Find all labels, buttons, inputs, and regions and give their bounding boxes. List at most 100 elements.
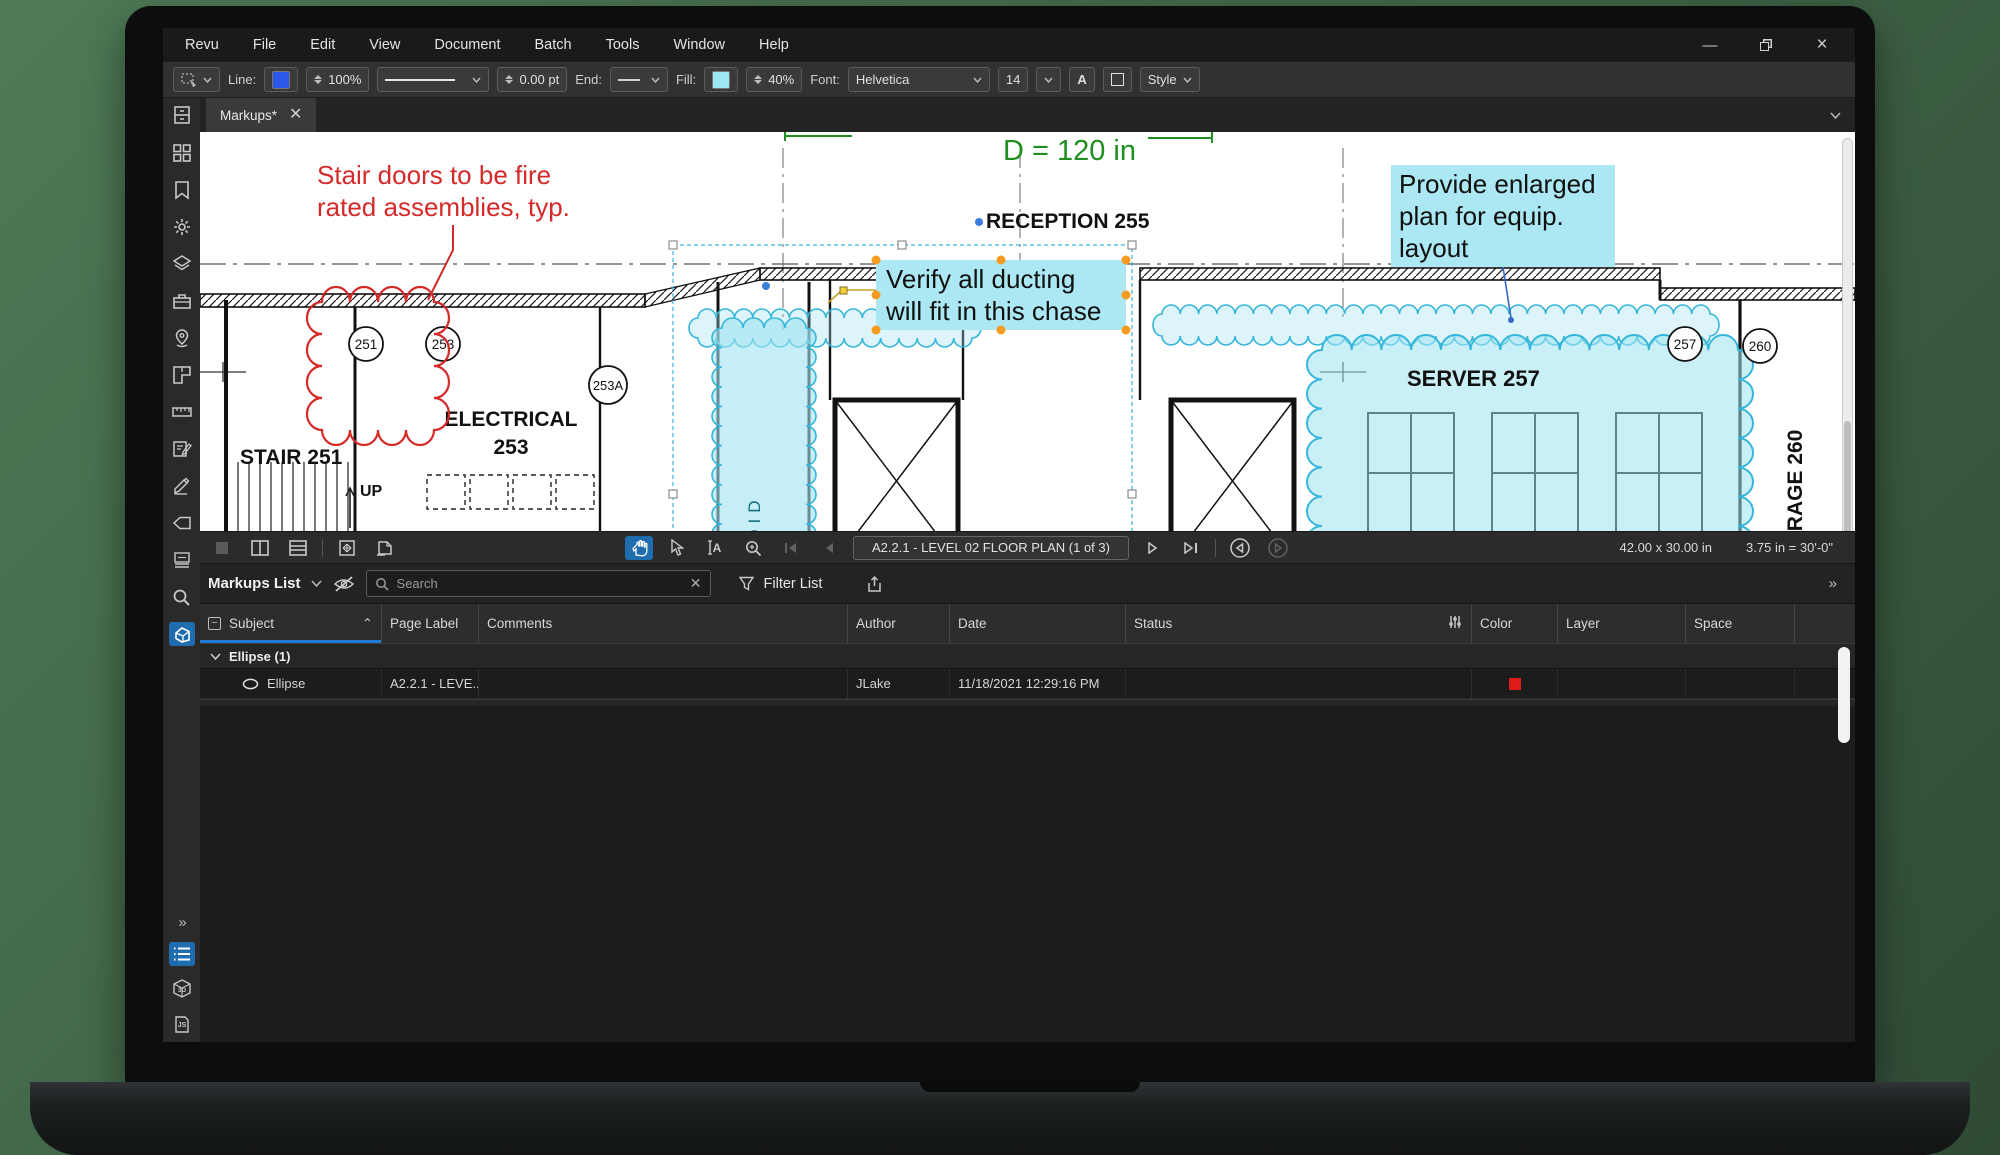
zoom-tool[interactable] xyxy=(739,536,767,560)
file-access-icon[interactable] xyxy=(163,98,200,132)
sets-icon[interactable] xyxy=(169,548,195,572)
pan-hand-tool[interactable] xyxy=(625,536,653,560)
menu-file[interactable]: File xyxy=(253,37,276,53)
measure-ruler-icon[interactable] xyxy=(169,400,195,424)
markup-row-ellipse[interactable]: Ellipse A2.2.1 - LEVE... JLake 11/18/202… xyxy=(200,669,1855,699)
selection-tool-dropdown[interactable] xyxy=(173,67,220,92)
spinner-arrows-icon[interactable] xyxy=(754,75,762,84)
studio-icon[interactable] xyxy=(169,622,195,646)
line-end-dropdown[interactable] xyxy=(610,67,668,92)
menu-document[interactable]: Document xyxy=(434,37,500,53)
callout-equipment[interactable]: Provide enlarged plan for equip. layout xyxy=(1391,165,1615,323)
column-comments[interactable]: Comments xyxy=(478,604,847,643)
minimize-button[interactable]: — xyxy=(1695,34,1725,56)
tab-close-icon[interactable]: ✕ xyxy=(289,107,302,123)
markups-search-box[interactable]: ✕ xyxy=(366,570,711,597)
select-text-tool[interactable]: A xyxy=(701,536,729,560)
green-dimension-text[interactable]: D = 120 in xyxy=(1003,135,1136,167)
group-collapse-chevron[interactable] xyxy=(210,653,221,660)
toolbar-overflow-chevron[interactable] xyxy=(1830,98,1855,132)
thumbnails-icon[interactable] xyxy=(169,141,195,165)
spinner-arrows-icon[interactable] xyxy=(505,75,513,84)
sync-views-icon[interactable] xyxy=(333,536,361,560)
column-date[interactable]: Date xyxy=(949,604,1125,643)
split-vertical-icon[interactable] xyxy=(246,536,274,560)
previous-page-icon[interactable] xyxy=(815,536,843,560)
color-swatch-red[interactable] xyxy=(1509,678,1521,690)
last-page-icon[interactable] xyxy=(1177,536,1205,560)
search-input[interactable] xyxy=(397,576,682,591)
properties-gear-icon[interactable] xyxy=(169,215,195,239)
menu-tools[interactable]: Tools xyxy=(606,37,640,53)
next-view-icon[interactable] xyxy=(1264,536,1292,560)
3d-model-tree-icon[interactable]: 3D xyxy=(169,977,195,1001)
layers-icon[interactable] xyxy=(169,252,195,276)
canvas-scrollbar[interactable] xyxy=(1842,138,1853,531)
tab-markups[interactable]: Markups* ✕ xyxy=(206,98,316,132)
single-page-view-icon[interactable] xyxy=(208,536,236,560)
font-size-dropdown[interactable] xyxy=(1036,67,1061,92)
fill-opacity-spinner[interactable]: 40% xyxy=(746,67,802,92)
panel-collapse-chevrons[interactable]: » xyxy=(1829,575,1847,592)
select-tool[interactable] xyxy=(663,536,691,560)
spaces-icon[interactable] xyxy=(169,363,195,387)
green-dimension-markup[interactable]: D = 120 in xyxy=(785,132,1212,167)
bookmarks-icon[interactable] xyxy=(169,178,195,202)
spinner-arrows-icon[interactable] xyxy=(314,75,322,84)
cloud-markup-chase[interactable] xyxy=(712,318,816,531)
filter-funnel-icon[interactable] xyxy=(739,576,754,591)
next-page-icon[interactable] xyxy=(1139,536,1167,560)
markups-list-icon[interactable] xyxy=(169,942,195,966)
approve-stamp-icon[interactable] xyxy=(169,474,195,498)
style-dropdown[interactable]: Style xyxy=(1140,67,1200,92)
clear-search-icon[interactable]: ✕ xyxy=(690,575,702,592)
column-status[interactable]: Status xyxy=(1125,604,1471,643)
menu-batch[interactable]: Batch xyxy=(535,37,572,53)
hide-markups-icon[interactable] xyxy=(332,575,356,593)
chevron-down-icon[interactable] xyxy=(311,580,322,587)
cloud-markup-server-room[interactable] xyxy=(1307,335,1753,531)
restore-button[interactable] xyxy=(1751,34,1781,56)
control-point[interactable] xyxy=(975,218,983,226)
close-button[interactable]: × xyxy=(1807,34,1837,56)
red-note-markup[interactable]: Stair doors to be fire rated assemblies,… xyxy=(317,160,570,300)
column-page-label[interactable]: Page Label xyxy=(381,604,478,643)
group-row-ellipse[interactable]: Ellipse (1) xyxy=(200,643,1855,669)
drawing-canvas[interactable]: STAIR 251 UP ELECTRICAL 253 STORAGE 253A… xyxy=(200,132,1855,531)
panel-expand-chevrons[interactable]: » xyxy=(178,914,184,931)
export-summary-icon[interactable] xyxy=(866,575,883,593)
line-width-spinner[interactable]: 0.00 pt xyxy=(497,67,567,92)
column-layer[interactable]: Layer xyxy=(1557,604,1685,643)
menu-help[interactable]: Help xyxy=(759,37,789,53)
red-cloud-markup[interactable] xyxy=(307,287,449,445)
canvas-scrollbar-thumb[interactable] xyxy=(1844,421,1851,531)
places-pin-icon[interactable] xyxy=(169,326,195,350)
menu-revu[interactable]: Revu xyxy=(185,37,219,53)
tool-chest-icon[interactable] xyxy=(169,289,195,313)
cell-color[interactable] xyxy=(1471,669,1557,698)
menu-view[interactable]: View xyxy=(369,37,400,53)
status-filter-icon[interactable] xyxy=(1447,615,1463,632)
line-style-dropdown[interactable] xyxy=(377,67,489,92)
text-box-button[interactable] xyxy=(1103,67,1132,92)
markups-list-title[interactable]: Markups List xyxy=(208,575,301,592)
column-author[interactable]: Author xyxy=(847,604,949,643)
page-label-button[interactable]: A2.2.1 - LEVEL 02 FLOOR PLAN (1 of 3) xyxy=(853,536,1129,560)
table-scrollbar[interactable] xyxy=(1838,647,1850,743)
line-color-button[interactable] xyxy=(264,67,298,92)
font-size-field[interactable]: 14 xyxy=(998,67,1028,92)
autosize-text-button[interactable]: A xyxy=(1069,67,1094,92)
column-color[interactable]: Color xyxy=(1471,604,1557,643)
javascript-icon[interactable]: JS xyxy=(169,1012,195,1036)
split-horizontal-icon[interactable] xyxy=(284,536,312,560)
flags-tag-icon[interactable] xyxy=(169,511,195,535)
filter-list-label[interactable]: Filter List xyxy=(764,576,823,592)
column-space[interactable]: Space xyxy=(1685,604,1794,643)
fill-color-button[interactable] xyxy=(704,67,738,92)
font-family-dropdown[interactable]: Helvetica xyxy=(848,67,990,92)
line-opacity-spinner[interactable]: 100% xyxy=(306,67,369,92)
search-icon[interactable] xyxy=(169,585,195,609)
menu-window[interactable]: Window xyxy=(673,37,725,53)
page-setup-icon[interactable] xyxy=(371,536,399,560)
collapse-all-icon[interactable]: − xyxy=(208,617,221,630)
